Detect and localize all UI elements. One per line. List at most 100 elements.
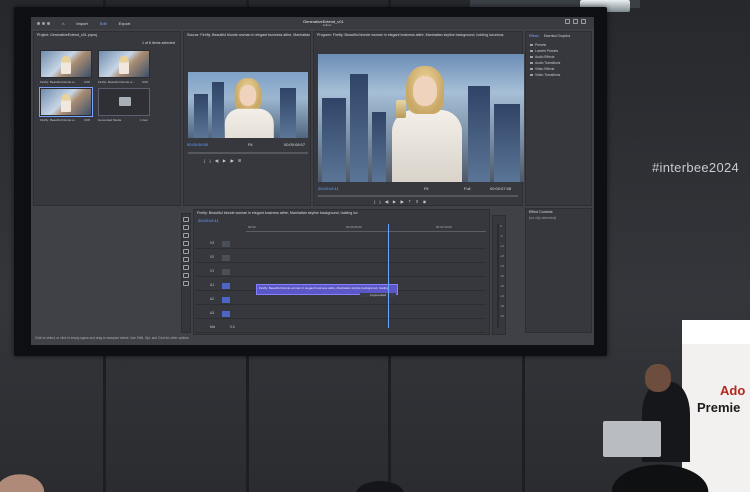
project-clip-label: Firefly: Beautiful blonde w... xyxy=(40,80,77,84)
timeline-timecode[interactable]: 00:00:04:11 xyxy=(198,218,219,223)
lift-icon[interactable]: ⇡ xyxy=(408,199,411,204)
track-a3[interactable]: A3 xyxy=(196,310,486,319)
project-panel-title: Project: GenerativeExtend_v01.prproj xyxy=(37,33,97,37)
source-fit-dropdown[interactable]: Fit xyxy=(248,142,252,147)
track-target[interactable] xyxy=(222,269,230,275)
home-icon[interactable]: ⌂ xyxy=(62,21,64,26)
meter-scale-label: -24 xyxy=(500,264,505,268)
extract-icon[interactable]: ⇞ xyxy=(415,199,418,204)
meter-scale-label: -42 xyxy=(500,294,505,298)
source-monitor: Source: Firefly: Beautiful blonde woman … xyxy=(183,31,311,206)
folder-icon xyxy=(530,73,533,77)
source-video-frame[interactable] xyxy=(188,72,308,138)
playhead[interactable] xyxy=(388,224,389,328)
program-timecode[interactable]: 00:00:04:11 xyxy=(318,186,339,191)
minimize-dot[interactable] xyxy=(42,21,45,25)
program-scrubber[interactable] xyxy=(318,195,518,197)
razor-tool-icon[interactable] xyxy=(183,249,189,254)
program-transport: { } ◀| ▶ |▶ ⇡ ⇞ ◉ xyxy=(374,199,426,204)
audio-meter-bar xyxy=(497,224,499,328)
premiere-app-window: ⌂ Import Edit Export GenerativeExtend_v0… xyxy=(31,17,594,345)
track-target[interactable] xyxy=(222,297,230,303)
project-clip-label: Firefly: Beautiful blonde w... xyxy=(40,118,77,122)
track-target[interactable] xyxy=(222,311,230,317)
project-selection-info: 1 of 6 items selected xyxy=(142,41,175,45)
menu-export[interactable]: Export xyxy=(119,21,131,26)
sequence-tab[interactable]: Firefly: Beautiful blonde woman in elega… xyxy=(194,210,489,216)
meter-scale-label: -30 xyxy=(500,274,505,278)
program-fit-dropdown[interactable]: Fit xyxy=(424,186,428,191)
step-back-icon[interactable]: ◀| xyxy=(215,158,219,163)
program-monitor: Program: Firefly: Beautiful blonde woman… xyxy=(313,31,524,206)
window-controls[interactable] xyxy=(37,21,50,25)
track-select-tool-icon[interactable] xyxy=(183,225,189,230)
bin-folder[interactable] xyxy=(98,88,150,116)
mark-out-icon[interactable]: } xyxy=(379,199,380,204)
menu-edit[interactable]: Edit xyxy=(100,21,107,26)
export-frame-icon[interactable]: ◉ xyxy=(423,199,427,204)
source-scrubber[interactable] xyxy=(188,152,308,154)
folder-icon xyxy=(530,49,533,53)
audience-foreground xyxy=(0,452,750,492)
program-quality-dropdown[interactable]: Full xyxy=(464,186,470,191)
ruler-tick: 00:00:05:00 xyxy=(346,225,362,229)
menu-import[interactable]: Import xyxy=(76,21,87,26)
effects-folder[interactable]: Video Transitions xyxy=(530,72,587,78)
folder-icon xyxy=(119,97,131,106)
project-clip-duration: 0:08 xyxy=(84,118,90,122)
source-transport: { } ◀| ▶ |▶ ⊞ xyxy=(204,158,241,163)
play-icon[interactable]: ▶ xyxy=(223,158,226,163)
track-v2[interactable]: V2 xyxy=(196,254,486,263)
meter-scale-label: -36 xyxy=(500,284,505,288)
step-forward-icon[interactable]: |▶ xyxy=(230,158,234,163)
step-back-icon[interactable]: ◀| xyxy=(385,199,389,204)
program-video-frame[interactable] xyxy=(318,54,524,182)
mark-in-icon[interactable]: { xyxy=(374,199,375,204)
tools-panel xyxy=(181,213,191,333)
play-icon[interactable]: ▶ xyxy=(393,199,396,204)
mark-out-icon[interactable]: } xyxy=(209,158,210,163)
track-mix[interactable]: Mix 0.0 xyxy=(196,324,486,333)
source-timecode[interactable]: 00:00:00:00 xyxy=(187,142,208,147)
folder-icon xyxy=(530,55,533,59)
project-clip-duration: 0:08 xyxy=(84,80,90,84)
workspace-icon[interactable] xyxy=(565,19,570,24)
pen-tool-icon[interactable] xyxy=(183,265,189,270)
hand-tool-icon[interactable] xyxy=(183,273,189,278)
project-clip-thumb[interactable] xyxy=(40,50,92,78)
track-v1[interactable]: V1 xyxy=(196,268,486,277)
mark-in-icon[interactable]: { xyxy=(204,158,205,163)
ruler-tick: 00:00:10:00 xyxy=(436,225,452,229)
track-target[interactable] xyxy=(222,241,230,247)
program-monitor-title: Program: Firefly: Beautiful blonde woman… xyxy=(317,33,504,37)
close-dot[interactable] xyxy=(37,21,40,25)
track-target[interactable] xyxy=(222,283,230,289)
project-panel: Project: GenerativeExtend_v01.prproj 1 o… xyxy=(33,31,181,206)
track-v3[interactable]: V3 xyxy=(196,240,486,249)
tab-essential-graphics[interactable]: Essential Graphics xyxy=(544,34,571,38)
source-duration: 00:00:08:07 xyxy=(284,142,306,147)
perfume-bottle xyxy=(396,100,406,118)
presenter-head xyxy=(645,364,671,392)
step-forward-icon[interactable]: |▶ xyxy=(400,199,404,204)
project-clip-thumb-selected[interactable] xyxy=(39,87,93,117)
slip-tool-icon[interactable] xyxy=(183,257,189,262)
banner-product: Premie xyxy=(697,400,741,415)
project-clip-label: Firefly: Beautiful blonde w... xyxy=(98,80,135,84)
effect-controls-empty: (no clip selected) xyxy=(529,216,557,220)
project-clip-thumb[interactable] xyxy=(98,50,150,78)
time-ruler[interactable]: 00:00 00:00:05:00 00:00:10:00 xyxy=(246,224,486,232)
tab-effects[interactable]: Effects xyxy=(529,34,539,38)
selection-tool-icon[interactable] xyxy=(183,217,189,222)
type-tool-icon[interactable] xyxy=(183,281,189,286)
track-target[interactable] xyxy=(222,255,230,261)
generative-extend-tool-icon[interactable] xyxy=(183,241,189,246)
fullscreen-icon[interactable] xyxy=(581,19,586,24)
maximize-dot[interactable] xyxy=(47,21,50,25)
ripple-edit-tool-icon[interactable] xyxy=(183,233,189,238)
quick-export-icon[interactable] xyxy=(573,19,578,24)
track-a2[interactable]: A2 xyxy=(196,296,486,305)
mix-value[interactable]: 0.0 xyxy=(230,325,235,329)
bin-count: 1 item xyxy=(140,118,149,122)
insert-icon[interactable]: ⊞ xyxy=(238,158,241,163)
